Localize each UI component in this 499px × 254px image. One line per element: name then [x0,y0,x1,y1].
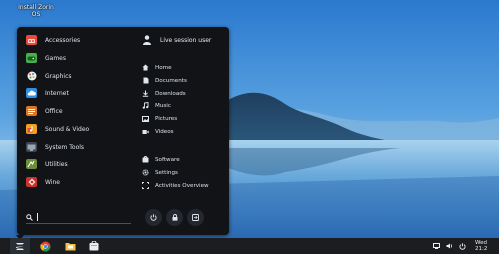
place-downloads[interactable]: Downloads [142,88,186,99]
place-label: Downloads [155,90,186,97]
user-icon [143,35,151,45]
place-home[interactable]: Home [142,62,172,73]
taskbar-app-software[interactable] [84,238,104,254]
system-tray [433,238,466,254]
category-system-tools[interactable]: System Tools [26,140,84,154]
category-internet[interactable]: Internet [26,86,69,100]
search-input[interactable] [26,211,131,224]
user-name: Live session user [160,36,212,44]
menu-label: Software [155,156,180,163]
downloads-icon [142,90,149,97]
taskbar-app-chrome[interactable] [35,238,55,254]
place-label: Videos [155,128,174,135]
utilities-icon [26,159,37,169]
category-label: Utilities [45,160,68,168]
desktop-icon-label: Install Zorin [18,4,54,11]
wine-icon [26,177,37,187]
games-icon [26,53,37,63]
chrome-icon [39,241,51,252]
zorin-menu-icon [15,242,25,251]
category-label: System Tools [45,143,85,151]
settings-icon [142,169,149,176]
office-icon [26,106,37,116]
documents-icon [142,77,149,84]
category-label: Wine [45,178,60,186]
place-label: Home [155,64,172,71]
software-icon [142,156,149,163]
category-label: Office [45,107,63,115]
system-tools-icon [26,142,37,152]
user-account-button[interactable]: Live session user [143,33,211,47]
desktop-icon-label-2: OS [31,11,41,18]
text-cursor [37,213,38,221]
power-button[interactable] [145,209,162,226]
category-graphics[interactable]: Graphics [26,69,72,83]
pictures-icon [142,115,149,122]
category-label: Internet [45,89,69,97]
graphics-icon [26,71,37,81]
menu-label: Settings [155,169,178,176]
category-label: Accessories [45,36,81,44]
software-store-icon [89,241,99,251]
place-music[interactable]: Music [142,100,171,111]
lock-button[interactable] [166,209,183,226]
music-icon [142,102,149,109]
place-videos[interactable]: Videos [142,126,174,137]
category-office[interactable]: Office [26,104,63,118]
search-icon [26,213,33,221]
logout-button[interactable] [187,209,204,226]
category-accessories[interactable]: Accessories [26,33,80,47]
volume-icon[interactable] [446,243,453,249]
videos-icon [142,128,149,135]
category-label: Games [45,54,66,62]
sound-video-icon [26,124,37,134]
category-sound-video[interactable]: Sound & Video [26,122,89,136]
start-menu: Accessories Games Graphics Internet Offi… [17,27,229,235]
place-label: Music [155,102,171,109]
category-utilities[interactable]: Utilities [26,157,68,171]
logout-icon [192,214,199,221]
home-icon [142,64,149,71]
place-label: Documents [155,77,187,84]
category-label: Sound & Video [45,125,90,133]
menu-settings[interactable]: Settings [142,167,178,178]
taskbar: Wed 21:2 [0,238,499,254]
desktop-icon-install[interactable]: Install Zorin OS [10,4,62,18]
activities-icon [142,182,149,189]
internet-icon [26,88,37,98]
files-icon [65,241,76,251]
category-games[interactable]: Games [26,51,66,65]
place-pictures[interactable]: Pictures [142,113,177,124]
zorin-menu-button[interactable] [10,238,30,254]
category-wine[interactable]: Wine [26,175,60,189]
menu-software[interactable]: Software [142,154,180,165]
lock-icon [172,214,178,221]
category-label: Graphics [45,72,72,80]
power-icon [150,214,157,221]
place-documents[interactable]: Documents [142,75,187,86]
taskbar-app-files[interactable] [60,238,80,254]
power-status-icon[interactable] [459,242,466,250]
menu-activities-overview[interactable]: Activities Overview [142,180,209,191]
clock[interactable]: Wed 21:2 [475,238,499,254]
accessories-icon [26,35,37,45]
screen-icon[interactable] [433,243,440,249]
place-label: Pictures [155,115,178,122]
menu-label: Activities Overview [155,182,209,189]
